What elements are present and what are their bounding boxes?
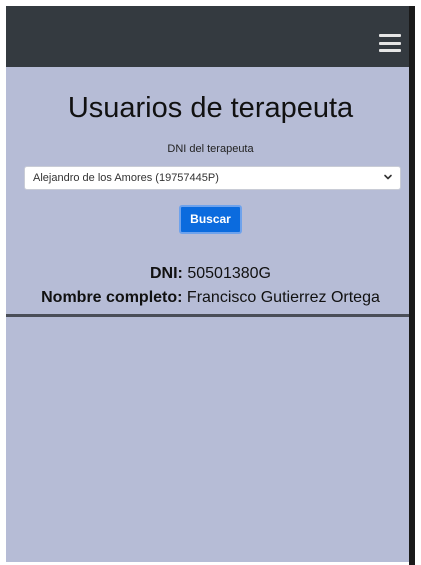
navbar (6, 6, 415, 67)
result-panel: DNI: 50501380G Nombre completo: Francisc… (6, 262, 415, 310)
therapist-select-value: Alejandro de los Amores (19757445P) (33, 172, 219, 184)
hamburger-menu-icon[interactable] (379, 34, 401, 52)
dni-label: DNI del terapeuta (167, 143, 254, 155)
app-frame: Usuarios de terapeuta DNI del terapeuta … (6, 6, 415, 562)
chevron-down-icon (384, 174, 392, 180)
result-name-value: Francisco Gutierrez Ortega (186, 289, 380, 306)
result-dni-value: 50501380G (187, 265, 271, 282)
main-content: Usuarios de terapeuta DNI del terapeuta … (6, 67, 415, 310)
result-name: Nombre completo: Francisco Gutierrez Ort… (6, 286, 415, 310)
search-button[interactable]: Buscar (179, 205, 242, 234)
divider (6, 314, 415, 317)
result-dni: DNI: 50501380G (6, 262, 415, 286)
page-title: Usuarios de terapeuta (67, 92, 354, 124)
result-dni-label: DNI: (150, 265, 183, 282)
result-name-label: Nombre completo: (41, 289, 183, 306)
frame-border (409, 6, 415, 565)
therapist-select[interactable]: Alejandro de los Amores (19757445P) (24, 166, 401, 190)
